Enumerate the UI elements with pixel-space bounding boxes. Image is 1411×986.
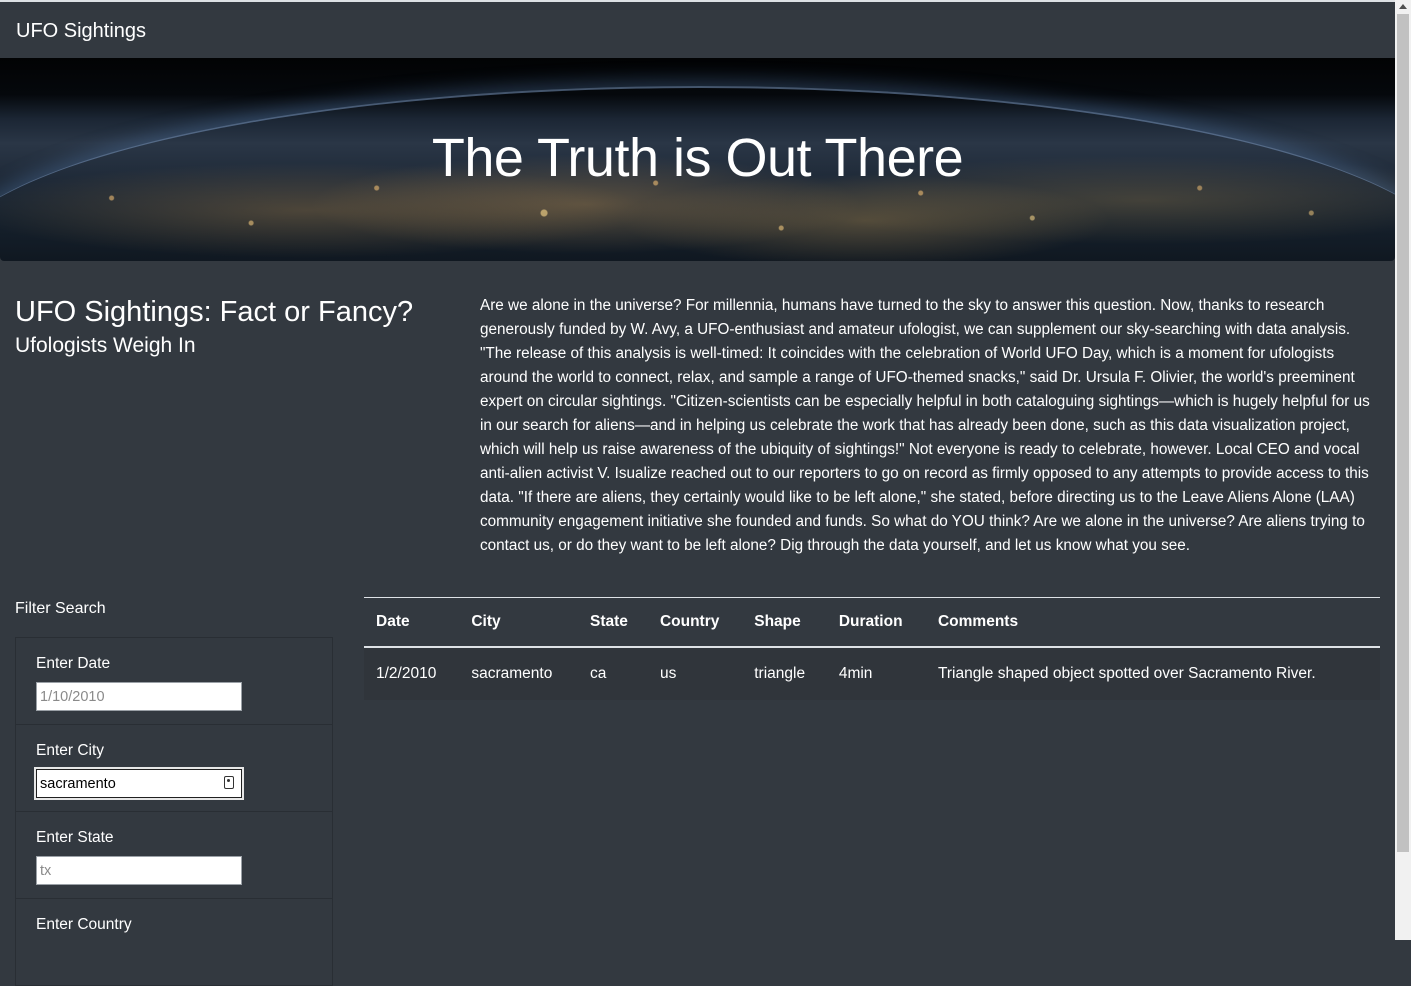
navbar: UFO Sightings: [0, 2, 1395, 58]
table-row: 1/2/2010 sacramento ca us triangle 4min …: [364, 647, 1380, 700]
navbar-brand[interactable]: UFO Sightings: [16, 20, 146, 43]
filter-item-country: Enter Country: [15, 899, 333, 986]
column-header-shape: Shape: [742, 597, 827, 648]
article-subtitle: Ufologists Weigh In: [15, 334, 196, 357]
state-input[interactable]: [36, 856, 242, 885]
cell-country: us: [659, 665, 677, 682]
article-body: Are we alone in the universe? For millen…: [480, 297, 1370, 554]
sightings-table: Date City State Country Shape Duration C…: [364, 597, 1380, 700]
column-header-state: State: [577, 597, 648, 648]
city-label: Enter City: [36, 742, 105, 759]
table-header-row: Date City State Country Shape Duration C…: [364, 597, 1380, 648]
filter-heading: Filter Search: [15, 600, 106, 617]
autofill-contact-icon[interactable]: [224, 776, 234, 789]
cell-comments: Triangle shaped object spotted over Sacr…: [937, 665, 1316, 682]
country-label: Enter Country: [36, 916, 132, 933]
scroll-up-arrow-icon[interactable]: [1399, 4, 1407, 9]
column-header-date: Date: [364, 597, 460, 648]
scrollbar-thumb[interactable]: [1397, 14, 1409, 852]
cell-state: ca: [589, 665, 607, 682]
hero-title: The Truth is Out There: [431, 128, 964, 188]
date-label: Enter Date: [36, 655, 111, 672]
vertical-scrollbar[interactable]: [1395, 0, 1411, 940]
column-header-duration: Duration: [826, 597, 926, 648]
state-label: Enter State: [36, 829, 114, 846]
filter-item-city: Enter City: [15, 725, 333, 812]
cell-duration: 4min: [838, 665, 873, 682]
filter-item-date: Enter Date: [15, 637, 333, 725]
cell-date: 1/2/2010: [376, 665, 437, 682]
hero-banner: The Truth is Out There: [0, 58, 1395, 261]
column-header-city: City: [459, 597, 578, 648]
cell-shape: triangle: [754, 665, 806, 682]
city-input[interactable]: [34, 767, 244, 800]
column-header-comments: Comments: [925, 597, 1380, 648]
article-title: UFO Sightings: Fact or Fancy?: [15, 296, 414, 328]
date-input[interactable]: [36, 682, 242, 711]
filter-item-state: Enter State: [15, 812, 333, 899]
cell-city: sacramento: [471, 665, 553, 682]
filter-list: Enter Date Enter City Enter State Enter …: [15, 637, 333, 986]
column-header-country: Country: [647, 597, 743, 648]
